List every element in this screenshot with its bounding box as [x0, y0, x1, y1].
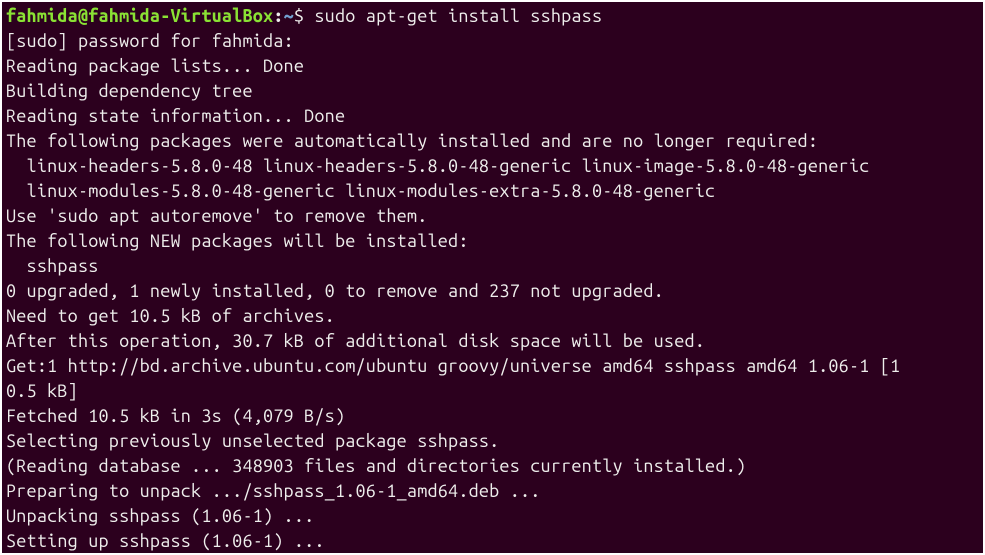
output-line: sshpass: [6, 254, 979, 279]
output-line: (Reading database ... 348903 files and d…: [6, 454, 979, 479]
output-line: Preparing to unpack .../sshpass_1.06-1_a…: [6, 479, 979, 504]
output-line: Setting up sshpass (1.06-1) ...: [6, 529, 979, 554]
output-line: 0 upgraded, 1 newly installed, 0 to remo…: [6, 279, 979, 304]
output-line: After this operation, 30.7 kB of additio…: [6, 329, 979, 354]
output-line: Reading state information... Done: [6, 104, 979, 129]
output-line: 0.5 kB]: [6, 379, 979, 404]
prompt-colon: :: [273, 6, 283, 26]
output-line: [sudo] password for fahmida:: [6, 29, 979, 54]
output-line: Building dependency tree: [6, 79, 979, 104]
terminal-window[interactable]: fahmida@fahmida-VirtualBox:~$ sudo apt-g…: [0, 0, 985, 555]
output-line: linux-modules-5.8.0-48-generic linux-mod…: [6, 179, 979, 204]
prompt-path: ~: [284, 6, 294, 26]
command-text: sudo apt-get install sshpass: [314, 6, 602, 26]
output-line: Selecting previously unselected package …: [6, 429, 979, 454]
output-line: Get:1 http://bd.archive.ubuntu.com/ubunt…: [6, 354, 979, 379]
output-line: Reading package lists... Done: [6, 54, 979, 79]
output-line: The following NEW packages will be insta…: [6, 229, 979, 254]
output-line: The following packages were automaticall…: [6, 129, 979, 154]
output-line: Use 'sudo apt autoremove' to remove them…: [6, 204, 979, 229]
prompt-dollar: $: [294, 6, 315, 26]
output-line: linux-headers-5.8.0-48 linux-headers-5.8…: [6, 154, 979, 179]
output-line: Need to get 10.5 kB of archives.: [6, 304, 979, 329]
output-line: Fetched 10.5 kB in 3s (4,079 B/s): [6, 404, 979, 429]
prompt-line-1: fahmida@fahmida-VirtualBox:~$ sudo apt-g…: [6, 4, 979, 29]
prompt-user: fahmida@fahmida-VirtualBox: [6, 6, 273, 26]
output-line: Unpacking sshpass (1.06-1) ...: [6, 504, 979, 529]
